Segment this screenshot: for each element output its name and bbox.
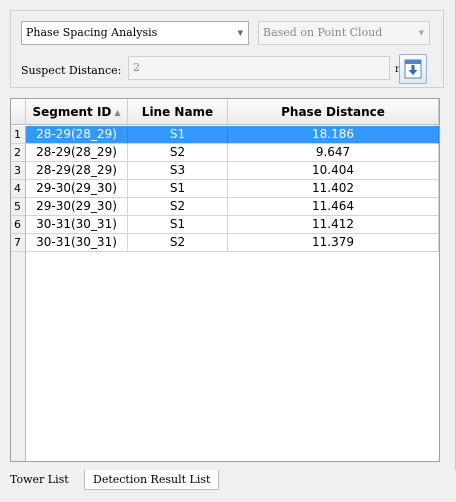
table-row[interactable]: 1 28-29(28_29) S1 18.186 (11, 126, 439, 144)
line-name-cell[interactable]: S2 (128, 234, 228, 252)
table-row[interactable]: 2 28-29(28_29) S2 9.647 (11, 144, 439, 162)
table-header: Segment ID ▲ Line Name Phase Distance (11, 99, 439, 125)
table-row[interactable]: 5 29-30(29_30) S2 11.464 (11, 198, 439, 216)
tab-tower-list[interactable]: Tower List (2, 470, 77, 490)
table-row[interactable]: 3 28-29(28_29) S3 10.404 (11, 162, 439, 180)
sort-ascending-icon: ▲ (114, 108, 121, 117)
line-name-cell[interactable]: S1 (128, 216, 228, 234)
analysis-settings-group: Phase Spacing Analysis ▼ Based on Point … (10, 10, 444, 88)
row-number: 2 (11, 144, 26, 162)
chevron-down-icon: ▼ (418, 29, 424, 37)
phase-distance-cell[interactable]: 11.402 (228, 180, 439, 198)
segment-id-cell[interactable]: 30-31(30_31) (26, 234, 128, 252)
segment-id-cell[interactable]: 28-29(28_29) (26, 144, 128, 162)
line-name-cell[interactable]: S1 (128, 180, 228, 198)
column-header-phase-distance[interactable]: Phase Distance (228, 99, 439, 125)
phase-distance-cell[interactable]: 9.647 (228, 144, 439, 162)
table-row[interactable]: 7 30-31(30_31) S2 11.379 (11, 234, 439, 252)
suspect-distance-label: Suspect Distance: (21, 64, 122, 77)
column-header-segment-id[interactable]: Segment ID ▲ (26, 99, 128, 125)
export-button[interactable] (399, 54, 427, 84)
phase-spacing-panel: Phase Spacing Analysis ▼ Based on Point … (0, 0, 456, 470)
data-source-dropdown[interactable]: Based on Point Cloud ▼ (258, 21, 430, 45)
line-name-cell[interactable]: S2 (128, 144, 228, 162)
suspect-distance-input[interactable]: 2 (128, 56, 390, 80)
bottom-tab-bar: Tower List Detection Result List (0, 470, 456, 502)
segment-id-cell[interactable]: 29-30(29_30) (26, 180, 128, 198)
phase-distance-cell[interactable]: 18.186 (228, 126, 439, 144)
row-number: 7 (11, 234, 26, 252)
line-name-cell[interactable]: S1 (128, 126, 228, 144)
phase-distance-cell[interactable]: 11.379 (228, 234, 439, 252)
row-number: 4 (11, 180, 26, 198)
row-number-header (11, 99, 26, 125)
chevron-down-icon: ▼ (237, 29, 243, 37)
column-header-line-name[interactable]: Line Name (128, 99, 228, 125)
phase-distance-table: Segment ID ▲ Line Name Phase Distance 1 2… (10, 98, 440, 462)
analysis-mode-value: Phase Spacing Analysis (26, 26, 158, 39)
row-number: 1 (11, 126, 26, 144)
line-name-cell[interactable]: S3 (128, 162, 228, 180)
line-name-cell[interactable]: S2 (128, 198, 228, 216)
row-number: 6 (11, 216, 26, 234)
analysis-mode-dropdown[interactable]: Phase Spacing Analysis ▼ (21, 21, 249, 45)
download-arrow-icon (404, 59, 422, 79)
phase-distance-cell[interactable]: 10.404 (228, 162, 439, 180)
data-source-value: Based on Point Cloud (263, 26, 383, 39)
segment-id-cell[interactable]: 28-29(28_29) (26, 162, 128, 180)
segment-id-cell[interactable]: 29-30(29_30) (26, 198, 128, 216)
tab-detection-result-list[interactable]: Detection Result List (84, 470, 220, 490)
row-number: 5 (11, 198, 26, 216)
row-number: 3 (11, 162, 26, 180)
table-row[interactable]: 4 29-30(29_30) S1 11.402 (11, 180, 439, 198)
segment-id-cell[interactable]: 28-29(28_29) (26, 126, 128, 144)
table-row[interactable]: 6 30-31(30_31) S1 11.412 (11, 216, 439, 234)
phase-distance-cell[interactable]: 11.464 (228, 198, 439, 216)
phase-distance-cell[interactable]: 11.412 (228, 216, 439, 234)
segment-id-cell[interactable]: 30-31(30_31) (26, 216, 128, 234)
